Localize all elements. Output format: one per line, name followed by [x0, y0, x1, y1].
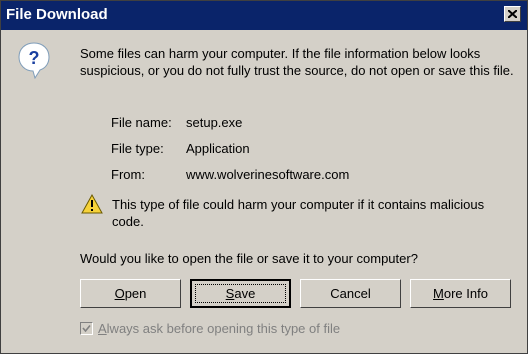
- question-icon: ?: [18, 42, 50, 79]
- more-info-button-accesskey: M: [433, 286, 444, 301]
- more-info-button[interactable]: More Info: [410, 279, 511, 308]
- file-type-value: Application: [186, 141, 250, 156]
- file-download-dialog: File Download ? Some files can harm your…: [0, 0, 528, 354]
- from-label: From:: [111, 167, 145, 182]
- save-button[interactable]: Save: [190, 279, 291, 308]
- always-ask-label-text: lways ask before opening this type of fi…: [106, 321, 341, 336]
- focus-ring: [195, 284, 286, 303]
- warning-text: This type of file could harm your comput…: [112, 197, 485, 229]
- close-icon: [508, 10, 517, 18]
- always-ask-checkbox[interactable]: [80, 322, 93, 335]
- checkmark-icon: [82, 324, 91, 333]
- security-intro-text: Some files can harm your computer. If th…: [80, 46, 514, 78]
- warning-icon: [81, 194, 103, 214]
- title-bar[interactable]: File Download: [1, 1, 527, 30]
- close-button[interactable]: [504, 6, 521, 22]
- open-button-label: pen: [124, 286, 147, 301]
- file-name-value: setup.exe: [186, 115, 243, 130]
- svg-text:?: ?: [29, 48, 40, 68]
- more-info-button-label: ore Info: [443, 286, 488, 301]
- cancel-button[interactable]: Cancel: [300, 279, 401, 308]
- open-button[interactable]: Open: [80, 279, 181, 308]
- open-button-accesskey: O: [114, 286, 125, 301]
- download-question: Would you like to open the file or save …: [80, 251, 418, 266]
- always-ask-label: Always ask before opening this type of f…: [98, 321, 340, 336]
- dialog-title: File Download: [6, 6, 108, 23]
- from-value: www.wolverinesoftware.com: [186, 167, 350, 182]
- file-type-label: File type:: [111, 141, 164, 156]
- file-name-label: File name:: [111, 115, 172, 130]
- always-ask-accesskey: A: [98, 321, 107, 336]
- cancel-button-label: Cancel: [330, 286, 371, 301]
